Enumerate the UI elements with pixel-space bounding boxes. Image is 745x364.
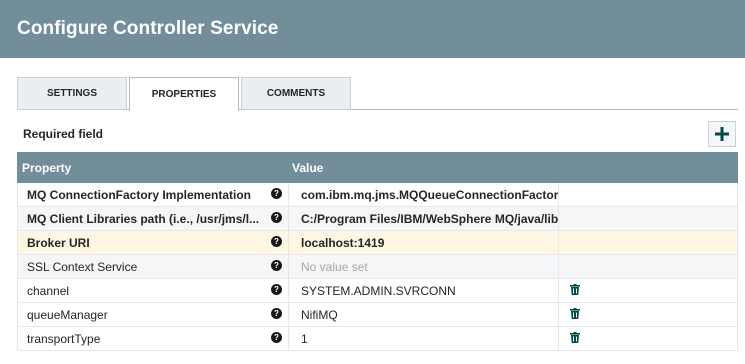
table-row[interactable]: Broker URI ? localhost:1419 xyxy=(17,231,738,255)
property-name: queueManager xyxy=(27,308,108,322)
property-name: transportType xyxy=(27,332,101,346)
required-field-label: Required field xyxy=(23,127,104,141)
trash-icon[interactable] xyxy=(570,308,580,319)
tab-settings[interactable]: SETTINGS xyxy=(17,77,127,110)
table-row[interactable]: SSL Context Service ? No value set xyxy=(17,255,738,279)
trash-icon[interactable] xyxy=(570,284,580,295)
tab-bar: SETTINGS PROPERTIES COMMENTS xyxy=(17,77,738,111)
table-row[interactable]: channel ? SYSTEM.ADMIN.SVRCONN xyxy=(17,279,738,303)
property-value[interactable]: SYSTEM.ADMIN.SVRCONN xyxy=(288,279,559,302)
property-value[interactable]: C:/Program Files/IBM/WebSphere MQ/java/l… xyxy=(288,207,559,230)
help-icon[interactable]: ? xyxy=(271,284,282,295)
help-icon[interactable]: ? xyxy=(271,260,282,271)
dialog-title: Configure Controller Service xyxy=(17,18,279,39)
plus-icon xyxy=(715,127,729,141)
table-row[interactable]: transportType ? 1 xyxy=(17,327,738,351)
property-name: Broker URI xyxy=(27,236,90,250)
add-property-button[interactable] xyxy=(708,121,736,147)
property-value[interactable]: NifiMQ xyxy=(288,303,559,326)
table-row[interactable]: MQ Client Libraries path (i.e., /usr/jms… xyxy=(17,207,738,231)
property-value[interactable]: localhost:1419 xyxy=(288,231,559,254)
property-name: SSL Context Service xyxy=(27,260,138,274)
property-name: MQ Client Libraries path (i.e., /usr/jms… xyxy=(27,212,260,226)
trash-icon[interactable] xyxy=(570,332,580,343)
properties-grid: Property Value MQ ConnectionFactory Impl… xyxy=(17,152,738,351)
help-icon[interactable]: ? xyxy=(271,188,282,199)
property-name: MQ ConnectionFactory Implementation xyxy=(27,188,252,202)
property-value[interactable]: 1 xyxy=(288,327,559,350)
property-value[interactable]: com.ibm.mq.jms.MQQueueConnectionFactory xyxy=(288,183,559,206)
help-icon[interactable]: ? xyxy=(271,332,282,343)
grid-header: Property Value xyxy=(17,152,738,183)
property-column-header[interactable]: Property xyxy=(22,161,71,175)
table-row[interactable]: queueManager ? NifiMQ xyxy=(17,303,738,327)
tab-comments[interactable]: COMMENTS xyxy=(241,77,351,110)
dialog-header: Configure Controller Service xyxy=(0,0,745,58)
table-row[interactable]: MQ ConnectionFactory Implementation ? co… xyxy=(17,183,738,207)
value-column-header[interactable]: Value xyxy=(292,161,323,175)
help-icon[interactable]: ? xyxy=(271,212,282,223)
help-icon[interactable]: ? xyxy=(271,308,282,319)
property-name: channel xyxy=(27,284,70,298)
tab-properties[interactable]: PROPERTIES xyxy=(129,77,239,111)
property-value[interactable]: No value set xyxy=(288,255,559,278)
help-icon[interactable]: ? xyxy=(271,236,282,247)
